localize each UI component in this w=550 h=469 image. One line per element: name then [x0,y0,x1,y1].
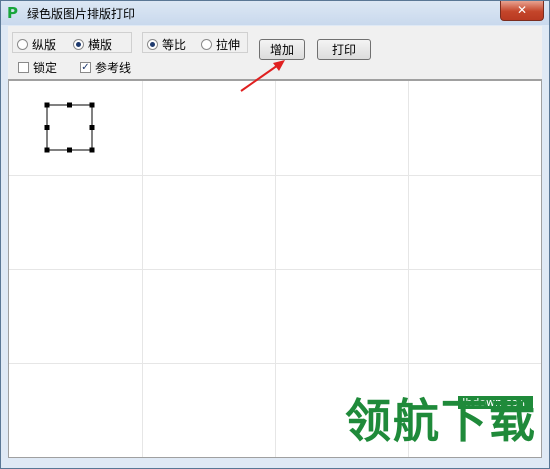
app-logo-icon: P [7,4,18,22]
resize-handle [89,102,95,108]
guides-label: 参考线 [95,61,132,75]
resize-handle [44,125,50,130]
resize-handle [44,102,50,108]
print-button[interactable]: 打印 [317,39,371,60]
scale-group: 等比 拉伸 [142,32,248,53]
radio-circle-icon [201,39,212,50]
stretch-radio[interactable]: 拉伸 [201,36,240,53]
guides-checkbox[interactable]: ✓ 参考线 [80,59,131,76]
resize-handle [89,125,95,130]
add-button[interactable]: 增加 [259,39,305,60]
radio-checked-icon [147,39,158,50]
stretch-label: 拉伸 [216,38,241,52]
resize-handle [89,147,95,153]
portrait-label: 纵版 [32,38,57,52]
checkbox-checked-icon: ✓ [80,62,91,73]
resize-handle [67,102,72,108]
window-title: 绿色版图片排版打印 [27,7,136,21]
image-placeholder[interactable] [44,102,95,153]
toolbar: 纵版 横版 等比 拉伸 锁定 ✓ 参考线 增加 打印 [8,26,542,80]
resize-handle [67,147,72,153]
proportional-radio[interactable]: 等比 [147,36,186,53]
resize-handle [44,147,50,153]
lock-checkbox[interactable]: 锁定 [18,59,57,76]
checkbox-empty-icon [18,62,29,73]
resize-handles [44,102,95,153]
landscape-label: 横版 [88,38,113,52]
layout-canvas[interactable]: lhdown.com 领航下载 [8,80,542,458]
landscape-radio[interactable]: 横版 [73,36,112,53]
title-bar: P 绿色版图片排版打印 ✕ [1,1,549,25]
portrait-radio[interactable]: 纵版 [17,36,56,53]
app-window: P 绿色版图片排版打印 ✕ 纵版 横版 等比 拉伸 锁定 ✓ 参考线 增加 打印… [0,0,550,469]
lock-label: 锁定 [33,61,58,75]
close-button[interactable]: ✕ [500,1,544,21]
placeholder-frame [46,104,93,151]
radio-circle-icon [17,39,28,50]
radio-checked-icon [73,39,84,50]
watermark-text: 领航下载 [345,394,537,448]
proportional-label: 等比 [162,38,187,52]
orientation-group: 纵版 横版 [12,32,132,53]
